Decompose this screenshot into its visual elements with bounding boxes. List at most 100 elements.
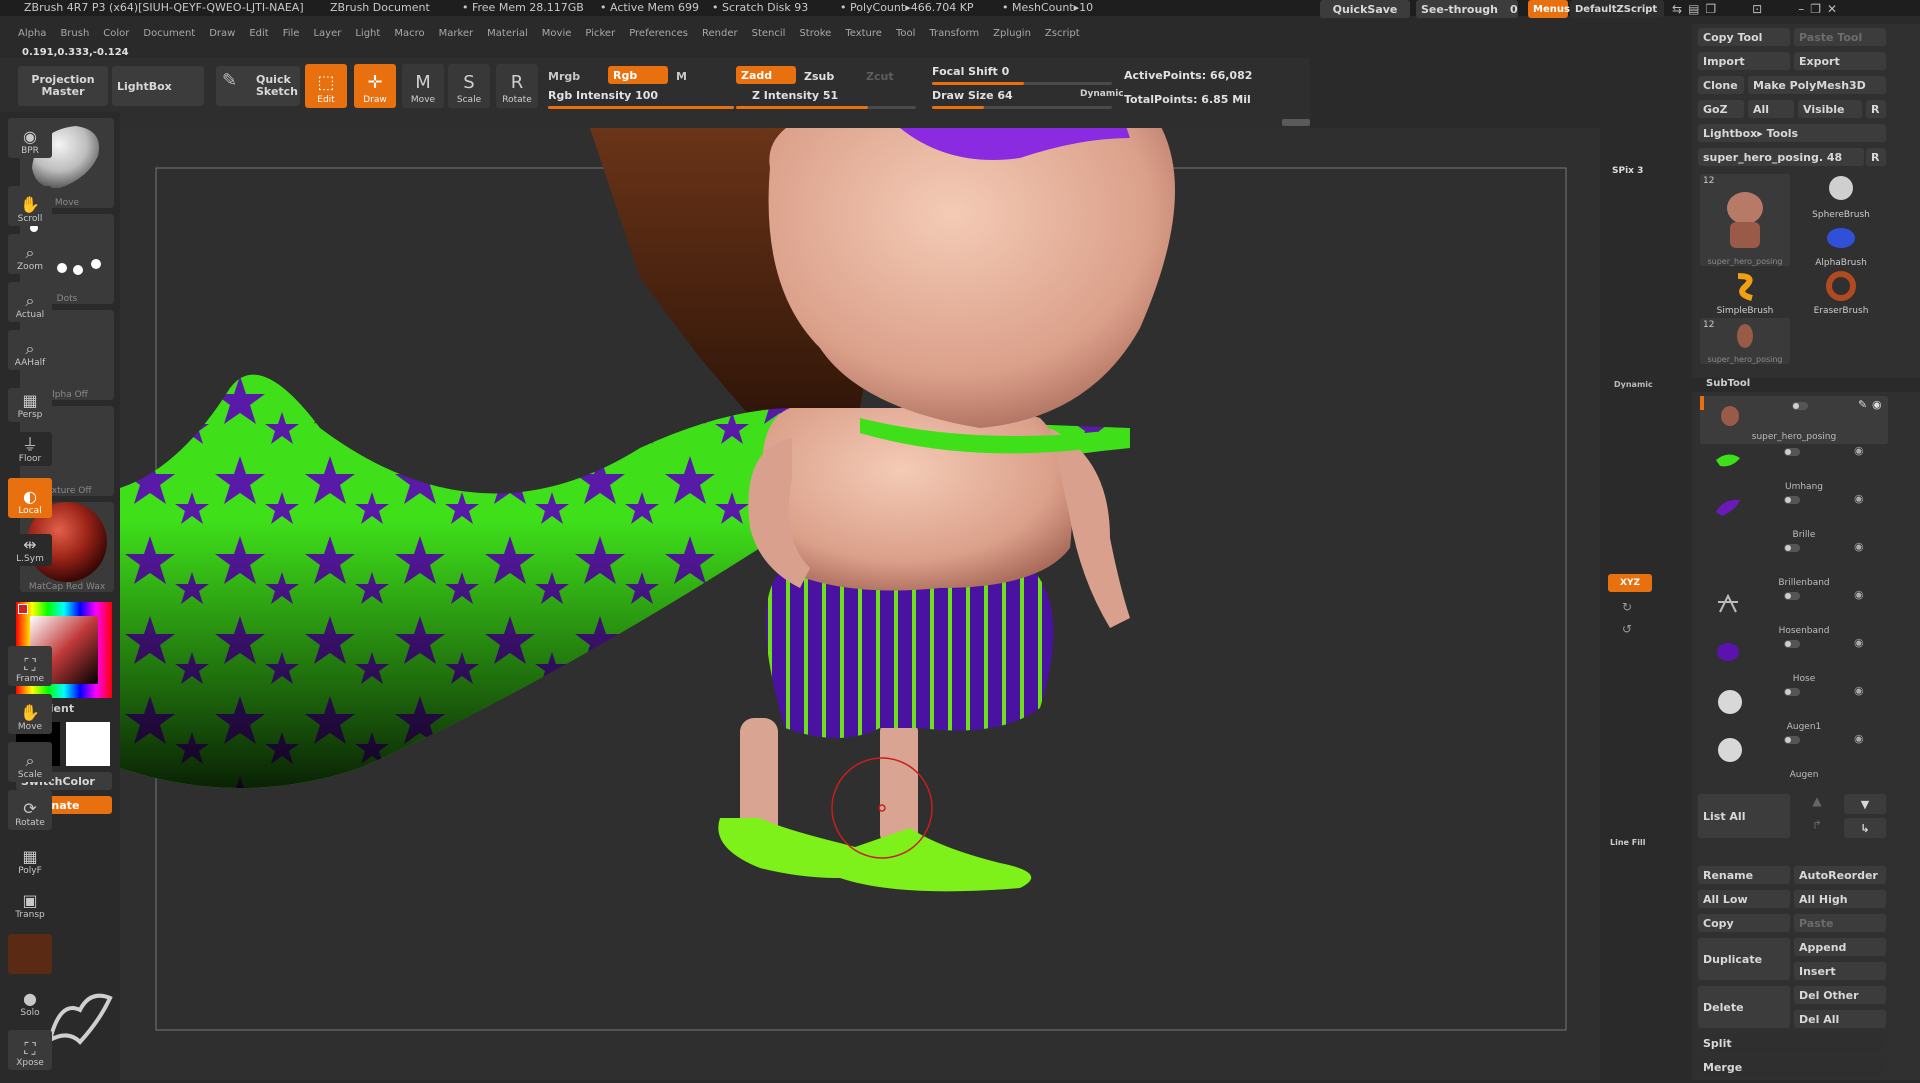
rotate-z-icon[interactable]: ↺ (1622, 622, 1632, 636)
persp-button[interactable]: ▦ Persp (8, 388, 52, 422)
subtool-item-augen1[interactable]: ◉ Augen1 (1718, 684, 1890, 732)
draw-button[interactable]: ✛ Draw (354, 64, 396, 108)
subtool-eye-icon[interactable]: ◉ (1854, 444, 1864, 457)
frame-button[interactable]: ⛶ Frame (8, 646, 52, 686)
draw-size-slider[interactable]: Draw Size 64 (932, 89, 1013, 102)
menu-render[interactable]: Render (702, 28, 738, 39)
mrgb-button[interactable]: Mrgb (548, 70, 580, 83)
focal-shift-track[interactable] (932, 82, 1112, 85)
quick-sketch-button[interactable]: ✎ Quick Sketch (216, 66, 300, 106)
zcut-button[interactable]: Zcut (866, 70, 894, 83)
insert-button[interactable]: Insert (1794, 962, 1886, 980)
split-button[interactable]: Split (1698, 1034, 1886, 1052)
export-button[interactable]: Export (1794, 52, 1886, 70)
bpr-button[interactable]: ◉ BPR (8, 118, 52, 158)
rename-button[interactable]: Rename (1698, 866, 1790, 884)
copy-subtool-button[interactable]: Copy (1698, 914, 1790, 932)
rgb-intensity-slider[interactable]: Rgb Intensity 100 (548, 89, 658, 102)
subtool-item-hose[interactable]: ◉ Hose (1717, 636, 1890, 684)
dynamic-button[interactable]: Dynamic (1080, 89, 1124, 99)
float-icon[interactable]: ❐ (1705, 2, 1716, 16)
layout-icon[interactable]: ⇆ (1672, 2, 1682, 16)
xyz-button[interactable]: XYZ (1608, 574, 1652, 592)
subtool-eye-icon[interactable]: ◉ (1854, 636, 1864, 649)
solo-button[interactable]: ● Solo (8, 980, 52, 1020)
move-view-button[interactable]: ✋ Move (8, 694, 52, 734)
menu-layer[interactable]: Layer (313, 28, 341, 39)
arrow-down-icon[interactable]: ▼ (1844, 794, 1886, 814)
aahalf-button[interactable]: ⌕ AAHalf (8, 330, 52, 370)
goz-r-button[interactable]: R (1866, 100, 1886, 118)
subtool-eye-icon[interactable]: ◉ (1854, 540, 1864, 553)
menu-macro[interactable]: Macro (394, 28, 424, 39)
menu-material[interactable]: Material (487, 28, 528, 39)
paste-tool-button[interactable]: Paste Tool (1794, 28, 1886, 46)
append-button[interactable]: Append (1794, 938, 1886, 956)
lock-icon[interactable]: ⊡ (1752, 2, 1762, 16)
tool-super-hero-thumb-2[interactable]: 12 super_hero_posing (1700, 318, 1790, 364)
z-intensity-track[interactable] (736, 106, 916, 109)
floor-button[interactable]: ⏚ Floor (8, 432, 52, 466)
menu-marker[interactable]: Marker (439, 28, 474, 39)
minimize-icon[interactable]: – (1798, 2, 1804, 16)
merge-button[interactable]: Merge (1698, 1058, 1886, 1076)
canvas-viewport[interactable] (120, 98, 1600, 1080)
subtool-eye-icon[interactable]: ◉ (1872, 398, 1882, 411)
menu-alpha[interactable]: Alpha (18, 28, 46, 39)
autoreorder-button[interactable]: AutoReorder (1794, 866, 1886, 884)
menu-zscript[interactable]: Zscript (1045, 28, 1080, 39)
subtool-eye-icon[interactable]: ◉ (1854, 732, 1864, 745)
zoom-button[interactable]: ⌕ Zoom (8, 234, 52, 274)
xpose-button[interactable]: ⛶ Xpose (8, 1030, 52, 1070)
menu-zplugin[interactable]: Zplugin (993, 28, 1031, 39)
scale-view-button[interactable]: ⌕ Scale (8, 742, 52, 782)
menu-texture[interactable]: Texture (845, 28, 882, 39)
menus-button[interactable]: Menus (1528, 0, 1570, 18)
del-other-button[interactable]: Del Other (1794, 986, 1886, 1004)
menu-stencil[interactable]: Stencil (752, 28, 786, 39)
menu-draw[interactable]: Draw (209, 28, 235, 39)
menu-movie[interactable]: Movie (542, 28, 572, 39)
menu-preferences[interactable]: Preferences (629, 28, 688, 39)
toolbar-scroll-handle[interactable] (1282, 119, 1310, 126)
edit-button[interactable]: ⬚ Edit (305, 64, 347, 108)
lightbox-tools-button[interactable]: Lightbox▸ Tools (1698, 124, 1886, 142)
rotate-view-button[interactable]: ⟳ Rotate (8, 790, 52, 830)
menu-picker[interactable]: Picker (585, 28, 615, 39)
arrow-up-icon[interactable]: ▲ (1796, 794, 1838, 814)
tool-simplebrush[interactable]: SimpleBrush (1700, 270, 1790, 316)
subtool-item-brillenband[interactable]: ◉ Brillenband (1718, 540, 1890, 588)
tool-super-hero-thumb[interactable]: 12 super_hero_posing (1700, 174, 1790, 266)
goz-all-button[interactable]: All (1748, 100, 1794, 118)
rotate-y-icon[interactable]: ↻ (1622, 600, 1632, 614)
zadd-button[interactable]: Zadd (736, 66, 796, 84)
clone-button[interactable]: Clone (1698, 76, 1744, 94)
tool-eraserbrush[interactable]: EraserBrush (1796, 270, 1886, 316)
subtool-header[interactable]: SubTool (1692, 378, 1920, 392)
paste-subtool-button[interactable]: Paste (1794, 914, 1886, 932)
subtool-eye-icon[interactable]: ◉ (1854, 492, 1864, 505)
menu-tool[interactable]: Tool (896, 28, 915, 39)
tile-icon[interactable]: ▤ (1688, 2, 1699, 16)
copy-tool-button[interactable]: Copy Tool (1698, 28, 1790, 46)
tool-alphabrush[interactable]: AlphaBrush (1796, 222, 1886, 268)
goz-button[interactable]: GoZ (1698, 100, 1744, 118)
m-button[interactable]: M (676, 70, 687, 83)
draw-size-track[interactable] (932, 106, 1112, 109)
import-button[interactable]: Import (1698, 52, 1790, 70)
tool-spherebrush[interactable]: SphereBrush (1796, 174, 1886, 220)
move-up-icon[interactable]: ↱ (1796, 818, 1838, 838)
all-low-button[interactable]: All Low (1698, 890, 1790, 908)
menu-edit[interactable]: Edit (249, 28, 268, 39)
spix-slider[interactable]: SPix 3 (1612, 166, 1643, 176)
rgb-button[interactable]: Rgb (608, 66, 668, 84)
menu-file[interactable]: File (283, 28, 300, 39)
subtool-eye-icon[interactable]: ◉ (1854, 684, 1864, 697)
restore-icon[interactable]: ❐ (1810, 2, 1821, 16)
z-intensity-slider[interactable]: Z Intensity 51 (752, 89, 838, 102)
menu-color[interactable]: Color (103, 28, 129, 39)
local-button[interactable]: ◐ Local (8, 478, 52, 518)
lsym-button[interactable]: ⇹ L.Sym (8, 534, 52, 566)
close-icon[interactable]: ✕ (1827, 2, 1837, 16)
menu-transform[interactable]: Transform (929, 28, 979, 39)
